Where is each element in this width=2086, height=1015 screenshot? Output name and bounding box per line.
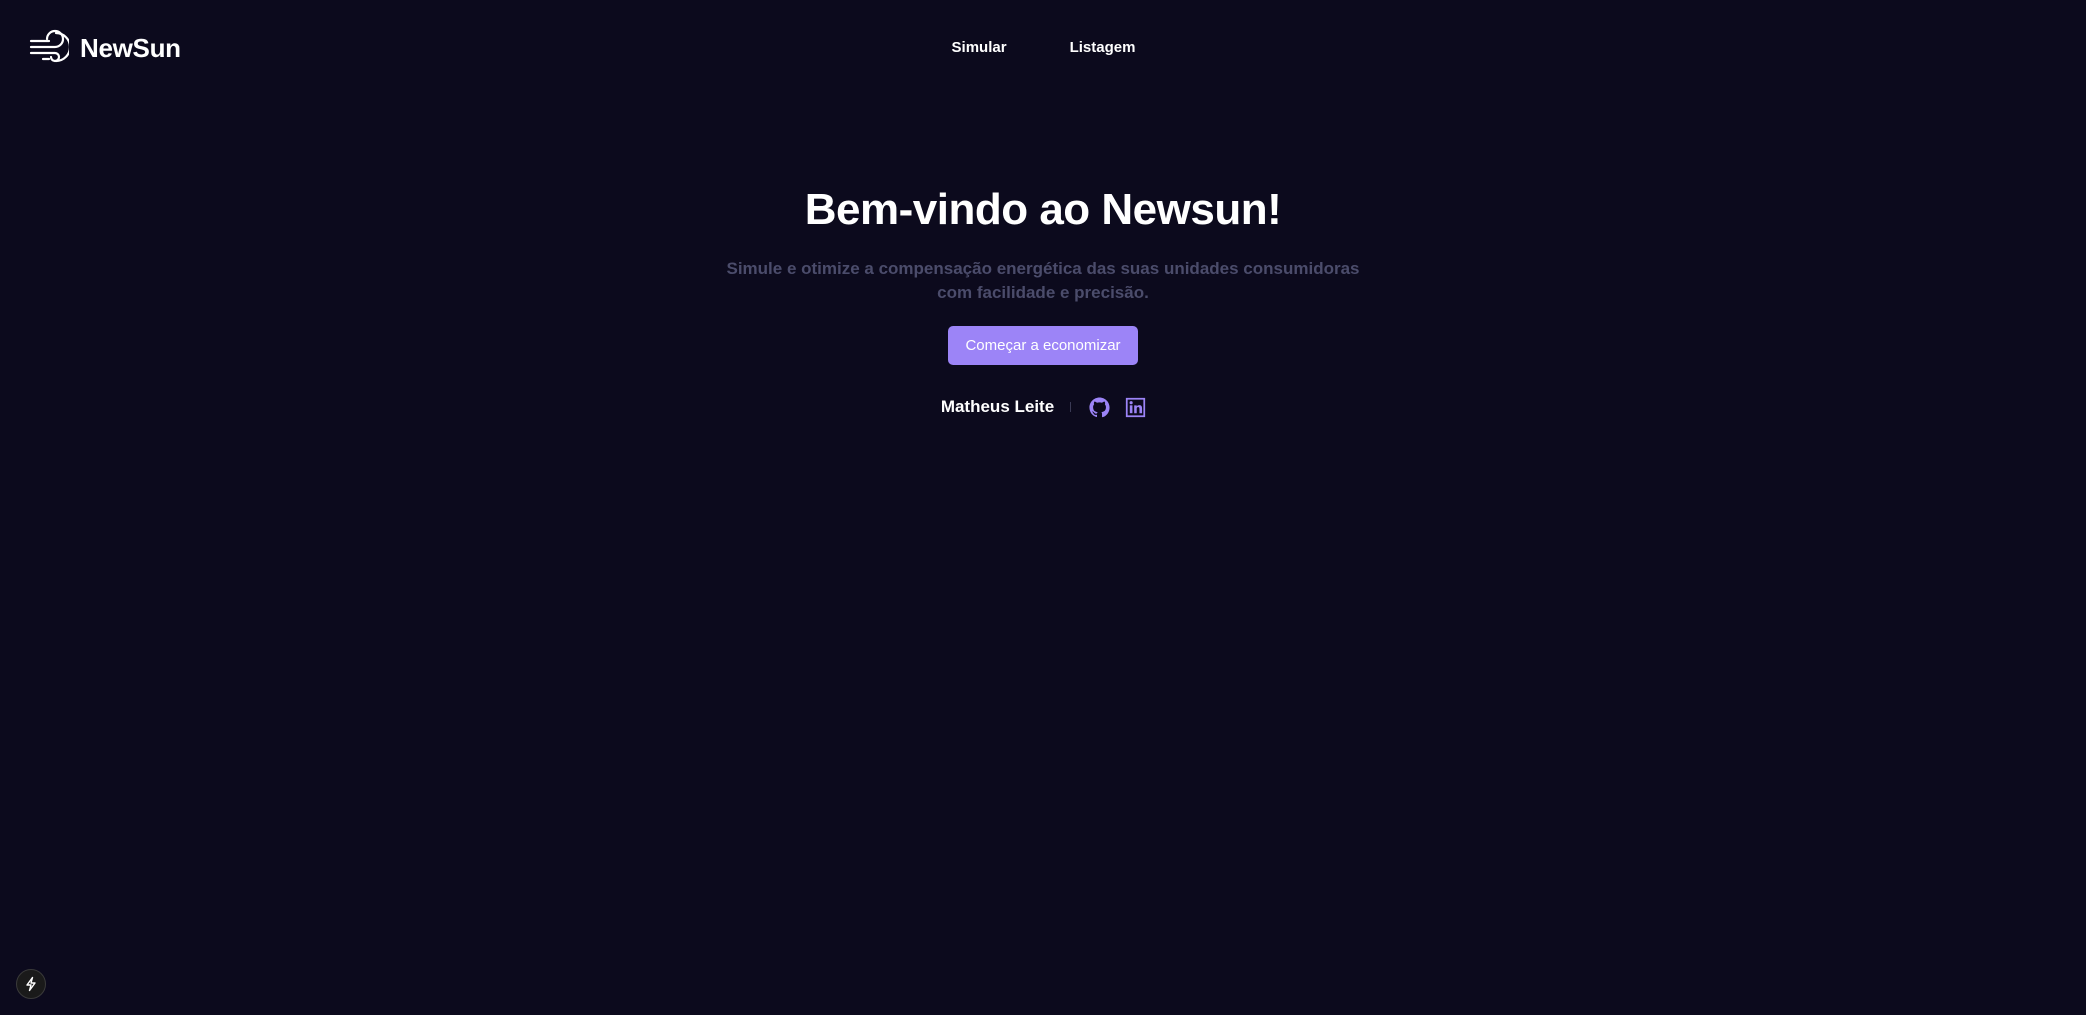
page-title: Bem-vindo ao Newsun! xyxy=(804,185,1282,234)
top-header: NewSun Simular Listagem xyxy=(0,0,2086,98)
brand-name: NewSun xyxy=(80,32,181,63)
nav-link-listagem[interactable]: Listagem xyxy=(1070,39,1136,56)
lightning-icon xyxy=(26,976,36,992)
linkedin-link[interactable] xyxy=(1124,396,1146,418)
start-saving-button[interactable]: Começar a economizar xyxy=(948,326,1138,365)
wind-icon xyxy=(29,29,69,63)
page: NewSun Simular Listagem Bem-vindo ao New… xyxy=(0,0,2086,1015)
github-link[interactable] xyxy=(1088,396,1110,418)
brand-logo-link[interactable]: NewSun xyxy=(29,28,181,68)
hero-subtitle: Simule e otimize a compensação energétic… xyxy=(726,259,1360,302)
author-name: Matheus Leite xyxy=(940,397,1055,416)
nav-link-simular[interactable]: Simular xyxy=(952,39,1007,56)
github-icon xyxy=(1089,396,1110,417)
dev-tools-badge[interactable] xyxy=(16,969,46,999)
divider xyxy=(1070,402,1072,412)
main-nav: Simular Listagem xyxy=(0,39,2086,57)
hero-section: Bem-vindo ao Newsun! Simule e otimize a … xyxy=(0,180,2086,418)
linkedin-icon xyxy=(1125,397,1145,417)
author-credits: Matheus Leite xyxy=(1,396,2086,418)
